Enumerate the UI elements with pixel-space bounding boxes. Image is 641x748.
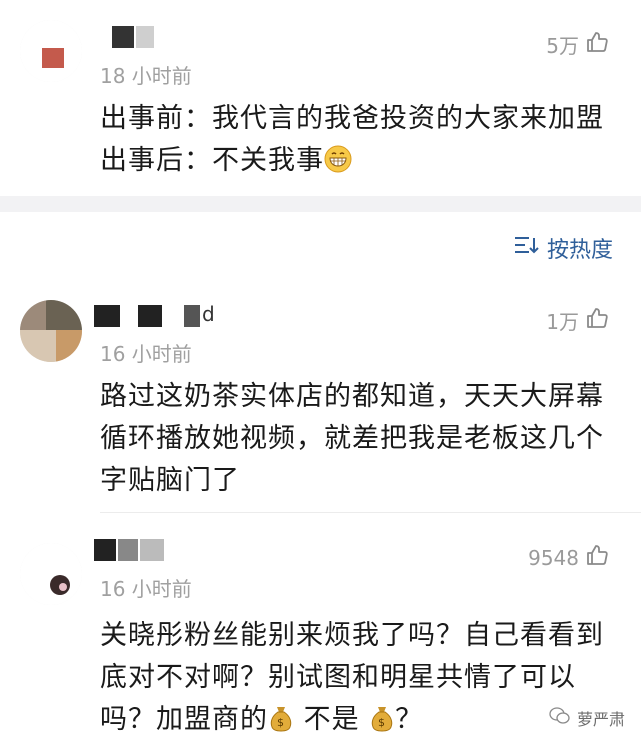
comment-line: 关晓彤粉丝能别来烦我了吗？自己看看到 bbox=[100, 620, 604, 651]
comment-text: 路过这奶茶实体店的都知道，天天大屏幕 循环播放她视频，就差把我是老板这几个 字贴… bbox=[100, 376, 613, 502]
comment-line: 路过这奶茶实体店的都知道，天天大屏幕 bbox=[100, 381, 604, 412]
thumbs-up-icon bbox=[585, 306, 609, 335]
comment-2: d 16 小时前 1万 路过这奶茶实体店的都知道，天天大屏幕 循环播放她视频，就… bbox=[0, 290, 641, 510]
like-count: 9548 bbox=[528, 545, 579, 570]
like-count: 1万 bbox=[546, 310, 579, 334]
timestamp: 16 小时前 bbox=[100, 577, 192, 601]
timestamp: 18 小时前 bbox=[100, 64, 192, 88]
like-button[interactable]: 5万 bbox=[546, 30, 609, 59]
wechat-icon bbox=[549, 707, 571, 729]
comment-line: 字贴脑门了 bbox=[100, 465, 240, 496]
username[interactable] bbox=[112, 26, 156, 48]
comment-line: 出事后：不关我事 bbox=[100, 140, 613, 186]
like-button[interactable]: 9548 bbox=[528, 543, 609, 572]
comment-line: 吗？加盟商的 $ 不是 $ ？ bbox=[100, 699, 613, 745]
like-count: 5万 bbox=[546, 34, 579, 58]
money-bag-emoji-icon: $ bbox=[369, 703, 395, 745]
like-button[interactable]: 1万 bbox=[546, 306, 609, 335]
comment-line: 出事前：我代言的我爸投资的大家来加盟 bbox=[100, 103, 604, 134]
sort-label: 按热度 bbox=[546, 238, 613, 263]
comment-line: 循环播放她视频，就差把我是老板这几个 bbox=[100, 423, 604, 454]
sort-button[interactable]: 按热度 bbox=[513, 232, 613, 264]
avatar[interactable] bbox=[20, 300, 82, 362]
timestamp: 16 小时前 bbox=[100, 342, 192, 366]
svg-text:$: $ bbox=[277, 716, 285, 729]
avatar[interactable] bbox=[20, 20, 82, 82]
comment-1: 18 小时前 5万 出事前：我代言的我爸投资的大家来加盟 出事后：不关我事 bbox=[0, 0, 641, 196]
watermark: 萝严肃 bbox=[549, 706, 625, 730]
comment-text: 关晓彤粉丝能别来烦我了吗？自己看看到 底对不对啊？别试图和明星共情了可以 吗？加… bbox=[100, 615, 613, 745]
sort-icon bbox=[513, 234, 539, 262]
comment-3: 16 小时前 9548 关晓彤粉丝能别来烦我了吗？自己看看到 底对不对啊？别试图… bbox=[0, 525, 641, 748]
username[interactable] bbox=[94, 539, 166, 561]
username[interactable]: d bbox=[94, 302, 216, 327]
watermark-label: 萝严肃 bbox=[576, 710, 625, 729]
comment-line: 底对不对啊？别试图和明星共情了可以 bbox=[100, 662, 576, 693]
thumbs-up-icon bbox=[585, 543, 609, 572]
comment-separator bbox=[100, 512, 641, 513]
svg-text:$: $ bbox=[378, 716, 386, 729]
avatar[interactable] bbox=[20, 543, 82, 605]
money-bag-emoji-icon: $ bbox=[268, 703, 294, 745]
comment-text: 出事前：我代言的我爸投资的大家来加盟 出事后：不关我事 bbox=[100, 98, 613, 186]
section-divider bbox=[0, 196, 641, 212]
grinning-emoji-icon bbox=[324, 144, 352, 186]
thumbs-up-icon bbox=[585, 30, 609, 59]
